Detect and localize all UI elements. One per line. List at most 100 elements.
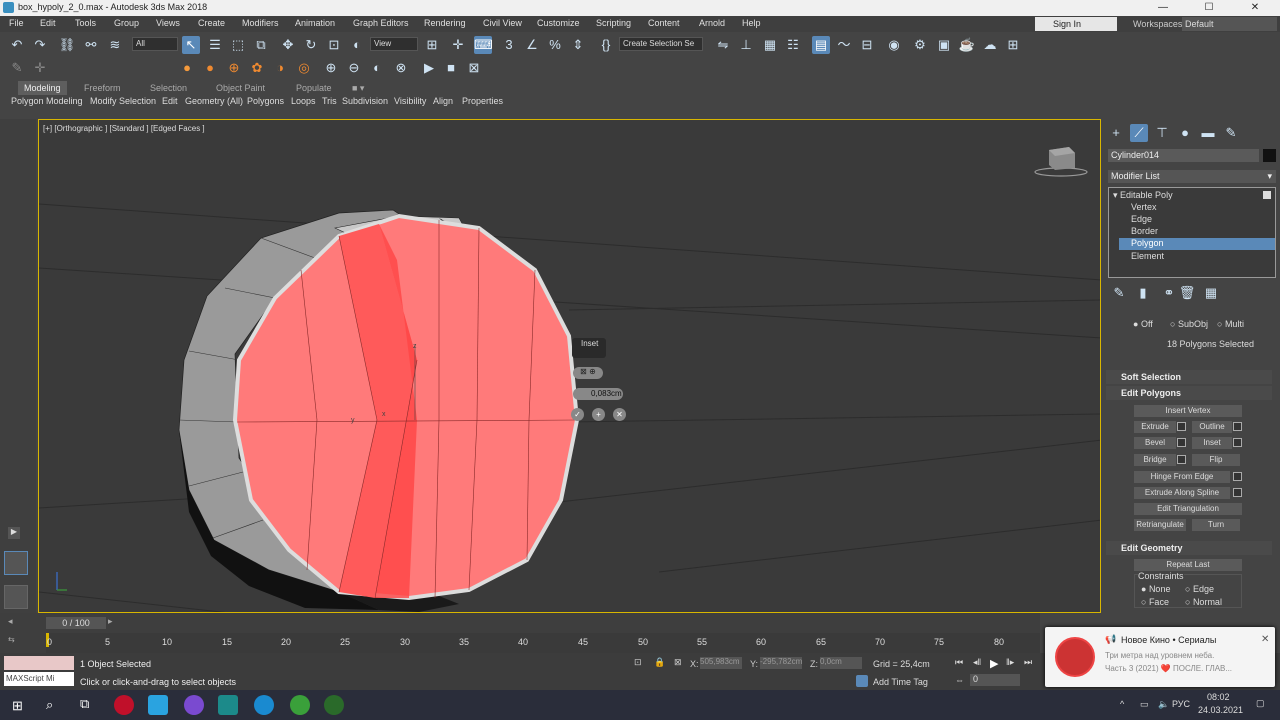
- configure-sets-icon[interactable]: ▦: [1202, 284, 1220, 302]
- placement-icon[interactable]: ◐: [348, 36, 366, 54]
- ribbon-properties[interactable]: Properties: [462, 96, 503, 106]
- reference-coord-dropdown[interactable]: View: [370, 37, 418, 51]
- tray-chevron-icon[interactable]: ^: [1120, 699, 1124, 709]
- bind-spacewarp-icon[interactable]: ≋: [106, 36, 124, 54]
- close-render-icon[interactable]: ⊠: [465, 59, 483, 77]
- stack-polygon[interactable]: Polygon: [1131, 238, 1164, 248]
- network-icon[interactable]: ▭: [1140, 699, 1149, 710]
- spinner-snap-icon[interactable]: ⇕: [569, 36, 587, 54]
- unlink-icon[interactable]: ⚯: [82, 36, 100, 54]
- edit-polygons-rollout[interactable]: Edit Polygons: [1106, 386, 1272, 400]
- menu-civil-view[interactable]: Civil View: [483, 18, 522, 28]
- constraint-face[interactable]: ○ Face: [1141, 597, 1169, 607]
- preview-multi[interactable]: ○ Multi: [1217, 319, 1244, 329]
- play-animation-icon[interactable]: ▶: [990, 657, 998, 670]
- sphere-minus-icon[interactable]: ⊖: [345, 59, 363, 77]
- menu-views[interactable]: Views: [156, 18, 180, 28]
- material-sphere-icon[interactable]: ●: [201, 59, 219, 77]
- edge-icon[interactable]: [254, 695, 274, 715]
- menu-help[interactable]: Help: [742, 18, 761, 28]
- undo-icon[interactable]: ↶: [8, 36, 26, 54]
- caddy-amount-field[interactable]: 0,083cm: [573, 388, 623, 400]
- add-time-tag[interactable]: Add Time Tag: [873, 677, 928, 687]
- ribbon-tris[interactable]: Tris: [322, 96, 337, 106]
- search-icon[interactable]: ⌕: [46, 697, 53, 713]
- viber-icon[interactable]: [184, 695, 204, 715]
- ribbon-options-icon[interactable]: ■ ▾: [346, 81, 370, 95]
- extrude-button[interactable]: Extrude: [1134, 421, 1176, 433]
- paint-icon[interactable]: ✛: [31, 59, 49, 77]
- absolute-mode-icon[interactable]: ⊠: [674, 657, 682, 668]
- globe-icon[interactable]: ⊕: [322, 59, 340, 77]
- bridge-settings-icon[interactable]: [1177, 455, 1186, 464]
- ribbon-loops[interactable]: Loops: [291, 96, 316, 106]
- time-tag-icon[interactable]: [856, 675, 868, 687]
- edit-triangulation-button[interactable]: Edit Triangulation: [1134, 503, 1242, 515]
- viewport-layout-active[interactable]: [4, 551, 28, 575]
- maximize-button[interactable]: ☐: [1186, 0, 1232, 16]
- slider-next-icon[interactable]: ▸: [108, 616, 113, 627]
- menu-tools[interactable]: Tools: [75, 18, 96, 28]
- tab-populate[interactable]: Populate: [290, 81, 338, 95]
- y-coord-field[interactable]: -295,782cm: [760, 657, 802, 669]
- object-color-swatch[interactable]: [1263, 149, 1276, 162]
- percent-snap-icon[interactable]: %: [546, 36, 564, 54]
- redo-icon[interactable]: ↷: [31, 36, 49, 54]
- rotate-icon[interactable]: ↻: [302, 36, 320, 54]
- menu-content[interactable]: Content: [648, 18, 680, 28]
- mirror-icon[interactable]: ⇋: [714, 36, 732, 54]
- maxscript-listener[interactable]: [4, 656, 74, 670]
- current-frame-field[interactable]: 0: [970, 674, 1020, 686]
- toast-notification[interactable]: 📢 Новое Кино • Сериалы Три метра над уро…: [1045, 627, 1275, 687]
- app-icon-green[interactable]: [324, 695, 344, 715]
- slider-prev-icon[interactable]: ◂: [8, 616, 13, 627]
- stack-vertex[interactable]: Vertex: [1131, 202, 1157, 212]
- telegram-icon[interactable]: [148, 695, 168, 715]
- sphere-c-icon[interactable]: ◐: [368, 59, 386, 77]
- ribbon-subdivision[interactable]: Subdivision: [342, 96, 388, 106]
- a360-gallery-icon[interactable]: ⊞: [1004, 36, 1022, 54]
- viewport-layout-option[interactable]: [4, 585, 28, 609]
- menu-file[interactable]: File: [9, 18, 24, 28]
- play-icon[interactable]: ▶: [420, 59, 438, 77]
- z-coord-field[interactable]: 0,0cm: [820, 657, 862, 669]
- named-selection-set-dropdown[interactable]: Create Selection Se: [619, 37, 703, 51]
- menu-group[interactable]: Group: [114, 18, 139, 28]
- volume-icon[interactable]: 🔈: [1158, 699, 1169, 710]
- language-indicator[interactable]: РУС: [1172, 699, 1190, 709]
- angle-snap-icon[interactable]: ∠: [523, 36, 541, 54]
- bevel-button[interactable]: Bevel: [1134, 437, 1176, 449]
- scale-icon[interactable]: ⊡: [325, 36, 343, 54]
- tab-freeform[interactable]: Freeform: [78, 81, 127, 95]
- align-icon[interactable]: ⊥: [737, 36, 755, 54]
- edit-named-sets-icon[interactable]: {}: [597, 36, 615, 54]
- menu-arnold[interactable]: Arnold: [699, 18, 725, 28]
- goto-start-icon[interactable]: ⏮: [955, 657, 963, 668]
- expand-icon[interactable]: ▶: [8, 527, 20, 539]
- extrude-spline-settings-icon[interactable]: [1233, 488, 1242, 497]
- curve-editor-icon[interactable]: 〜: [835, 36, 853, 54]
- render-sphere-icon[interactable]: ●: [178, 59, 196, 77]
- tab-modeling[interactable]: Modeling: [18, 81, 67, 95]
- constraint-none[interactable]: ● None: [1141, 584, 1170, 594]
- menu-create[interactable]: Create: [198, 18, 225, 28]
- goto-end-icon[interactable]: ⏭: [1024, 657, 1032, 668]
- soft-selection-rollout[interactable]: Soft Selection: [1106, 370, 1272, 384]
- menu-scripting[interactable]: Scripting: [596, 18, 631, 28]
- brush-icon[interactable]: ✎: [8, 59, 26, 77]
- sphere-grid-icon[interactable]: ⊗: [392, 59, 410, 77]
- stack-toggle-icon[interactable]: [1263, 191, 1271, 199]
- preview-off[interactable]: ● Off: [1133, 319, 1153, 329]
- stack-edge[interactable]: Edge: [1131, 214, 1152, 224]
- hinge-settings-icon[interactable]: [1233, 472, 1242, 481]
- ribbon-polygon-modeling[interactable]: Polygon Modeling: [11, 96, 83, 106]
- select-object-icon[interactable]: ↖: [182, 36, 200, 54]
- repeat-last-button[interactable]: Repeat Last: [1134, 559, 1242, 571]
- ribbon-edit[interactable]: Edit: [162, 96, 178, 106]
- caddy-cancel-icon[interactable]: ✕: [613, 408, 626, 421]
- flip-button[interactable]: Flip: [1192, 454, 1240, 466]
- opera-icon[interactable]: [114, 695, 134, 715]
- object-name-field[interactable]: Cylinder014: [1108, 149, 1259, 162]
- close-button[interactable]: ✕: [1232, 0, 1278, 16]
- rendered-frame-icon[interactable]: ▣: [935, 36, 953, 54]
